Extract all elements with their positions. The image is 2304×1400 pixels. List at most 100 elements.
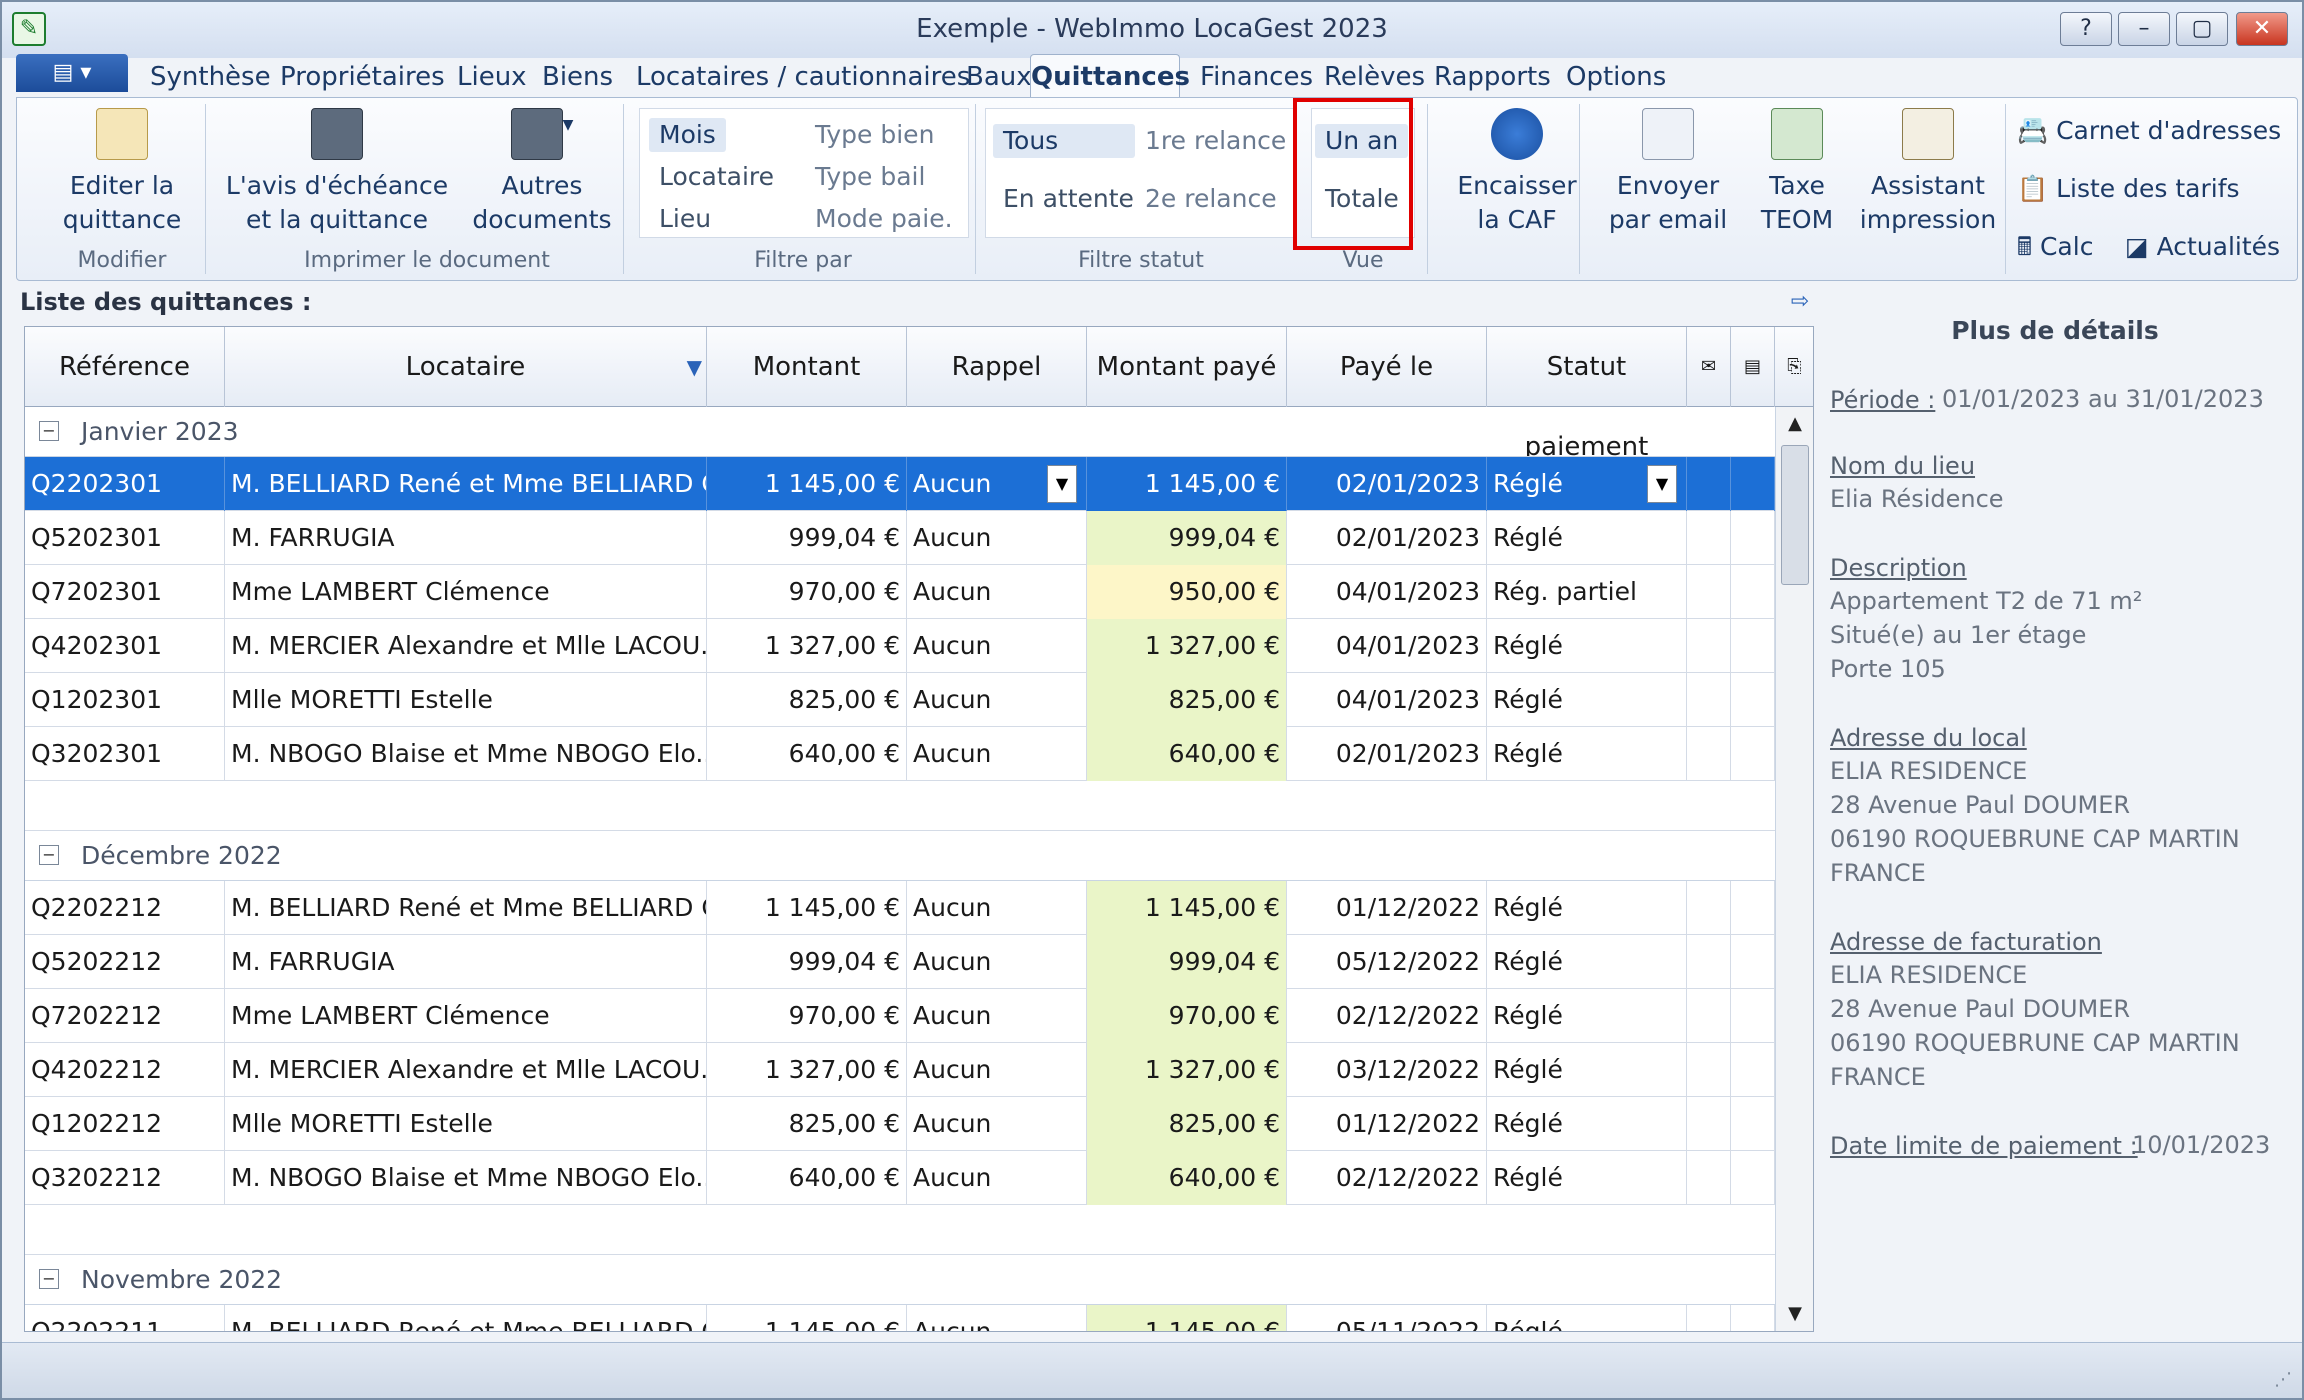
minimize-button[interactable]: – (2118, 12, 2170, 46)
cell-amount[interactable]: 1 327,00 € (707, 1043, 907, 1097)
cell-reminder[interactable]: Aucun (907, 565, 1087, 619)
filter-place[interactable]: Lieu (659, 202, 711, 236)
cell-tenant[interactable]: M. NBOGO Blaise et Mme NBOGO Elo... (225, 1151, 707, 1205)
maximize-button[interactable]: ▢ (2176, 12, 2228, 46)
cell-amount-paid[interactable]: 640,00 € (1087, 727, 1287, 781)
cell-amount[interactable]: 640,00 € (707, 727, 907, 781)
status-reminder-2[interactable]: 2e relance (1145, 182, 1277, 216)
tab-biens[interactable]: Biens (542, 62, 613, 92)
cell-tenant[interactable]: M. BELLIARD René et Mme BELLIARD C... (225, 881, 707, 935)
help-button[interactable]: ? (2060, 12, 2112, 46)
edit-receipt-button[interactable]: Editer la quittance (37, 108, 207, 237)
teom-button[interactable]: Taxe TEOM (1747, 108, 1847, 237)
filter-month[interactable]: Mois (649, 118, 726, 152)
cell-amount-paid[interactable]: 825,00 € (1087, 673, 1287, 727)
cell-tenant[interactable]: M. FARRUGIA (225, 935, 707, 989)
cell-paid-on[interactable]: 02/01/2023 (1287, 511, 1487, 565)
cell-reference[interactable]: Q7202301 (25, 565, 225, 619)
cell-reference[interactable]: Q3202212 (25, 1151, 225, 1205)
cell-amount[interactable]: 970,00 € (707, 989, 907, 1043)
cell-status[interactable]: Réglé (1487, 1151, 1687, 1205)
cell-reminder[interactable]: Aucun (907, 1305, 1087, 1331)
table-row[interactable]: Q7202301 Mme LAMBERT Clémence 970,00 € Aucu… (25, 565, 1775, 619)
table-row[interactable]: Q5202301 M. FARRUGIA 999,04 € Aucun 999,04 €… (25, 511, 1775, 565)
print-assistant-button[interactable]: Assistant impression (1853, 108, 2003, 237)
table-row[interactable]: Q5202212 M. FARRUGIA 999,04 € Aucun 999,04 €… (25, 935, 1775, 989)
cell-amount[interactable]: 825,00 € (707, 673, 907, 727)
cell-amount-paid[interactable]: 970,00 € (1087, 989, 1287, 1043)
tab-baux[interactable]: Baux (966, 62, 1032, 92)
cell-amount[interactable]: 970,00 € (707, 565, 907, 619)
col-payment-status[interactable]: Statut paiement (1487, 327, 1687, 462)
collapse-panel-icon[interactable]: ⇨ (1785, 290, 1815, 314)
cell-amount-paid[interactable]: 1 145,00 € (1087, 457, 1287, 511)
dropdown-arrow-icon[interactable]: ▼ (1047, 465, 1077, 503)
filter-payment-mode[interactable]: Mode paie. (815, 202, 953, 236)
cell-reference[interactable]: Q3202301 (25, 727, 225, 781)
cell-amount-paid[interactable]: 825,00 € (1087, 1097, 1287, 1151)
cell-tenant[interactable]: M. BELLIARD René et Mme BELLIARD C... (225, 457, 707, 511)
table-row[interactable]: Q3202212 M. NBOGO Blaise et Mme NBOGO Elo… (25, 1151, 1775, 1205)
cell-amount-paid[interactable]: 950,00 € (1087, 565, 1287, 619)
cell-amount-paid[interactable]: 1 145,00 € (1087, 1305, 1287, 1331)
group-row[interactable]: − Janvier 2023 (25, 407, 1775, 457)
cell-status[interactable]: Réglé (1487, 935, 1687, 989)
cell-reminder[interactable]: Aucun (907, 881, 1087, 935)
cell-paid-on[interactable]: 02/01/2023 (1287, 727, 1487, 781)
cell-status[interactable]: Réglé (1487, 1305, 1687, 1331)
col-amount[interactable]: Montant (707, 327, 907, 407)
cell-status[interactable]: Réglé (1487, 1043, 1687, 1097)
cell-amount[interactable]: 640,00 € (707, 1151, 907, 1205)
cell-paid-on[interactable]: 05/11/2022 (1287, 1305, 1487, 1331)
cell-amount[interactable]: 1 145,00 € (707, 457, 907, 511)
cell-reminder[interactable]: Aucun (907, 935, 1087, 989)
cell-amount-paid[interactable]: 1 145,00 € (1087, 881, 1287, 935)
cell-reminder[interactable]: Aucun (907, 1097, 1087, 1151)
cell-amount-paid[interactable]: 1 327,00 € (1087, 619, 1287, 673)
scroll-up-icon[interactable]: ▲ (1780, 409, 1810, 439)
collapse-toggle-icon[interactable]: − (39, 1269, 59, 1289)
cell-reference[interactable]: Q7202212 (25, 989, 225, 1043)
cell-reference[interactable]: Q5202301 (25, 511, 225, 565)
group-row[interactable]: − Décembre 2022 (25, 831, 1775, 881)
cell-paid-on[interactable]: 02/12/2022 (1287, 1151, 1487, 1205)
cell-status[interactable]: Réglé (1487, 673, 1687, 727)
status-reminder-1[interactable]: 1re relance (1145, 124, 1286, 158)
table-row[interactable]: Q7202212 Mme LAMBERT Clémence 970,00 € Aucu… (25, 989, 1775, 1043)
cell-tenant[interactable]: Mlle MORETTI Estelle (225, 1097, 707, 1151)
tab-locataires[interactable]: Locataires / cautionnaires (636, 62, 970, 92)
cell-status[interactable]: Réglé (1487, 511, 1687, 565)
cell-reminder[interactable]: Aucun (907, 1151, 1087, 1205)
collapse-toggle-icon[interactable]: − (39, 845, 59, 865)
other-documents-button[interactable]: ▼ Autres documents (457, 108, 627, 237)
cell-reference[interactable]: Q1202212 (25, 1097, 225, 1151)
cell-amount[interactable]: 999,04 € (707, 935, 907, 989)
cell-reminder[interactable]: Aucun (907, 673, 1087, 727)
table-row[interactable]: Q1202301 Mlle MORETTI Estelle 825,00 € Aucu… (25, 673, 1775, 727)
cell-amount-paid[interactable]: 999,04 € (1087, 511, 1287, 565)
cell-paid-on[interactable]: 04/01/2023 (1287, 619, 1487, 673)
status-pending[interactable]: En attente (1003, 182, 1134, 216)
scroll-thumb[interactable] (1781, 445, 1809, 585)
col-clip-icon[interactable]: ⎘ (1775, 327, 1813, 407)
cell-paid-on[interactable]: 03/12/2022 (1287, 1043, 1487, 1097)
cell-amount-paid[interactable]: 640,00 € (1087, 1151, 1287, 1205)
tab-releves[interactable]: Relèves (1324, 62, 1425, 92)
cell-reminder[interactable]: Aucun (907, 619, 1087, 673)
cell-status[interactable]: Réglé (1487, 989, 1687, 1043)
resize-grip-icon[interactable]: ⋰ (2274, 1369, 2292, 1390)
tab-rapports[interactable]: Rapports (1434, 62, 1551, 92)
print-notice-button[interactable]: L'avis d'échéance et la quittance (217, 108, 457, 237)
col-reminder[interactable]: Rappel (907, 327, 1087, 407)
cell-tenant[interactable]: M. MERCIER Alexandre et Mlle LACOU... (225, 1043, 707, 1097)
cell-reference[interactable]: Q1202301 (25, 673, 225, 727)
send-email-button[interactable]: Envoyer par email (1593, 108, 1743, 237)
table-row[interactable]: Q2202211 M. BELLIARD René et Mme BELLIARD… (25, 1305, 1775, 1331)
calc-button[interactable]: 🖩 Calc (2017, 230, 2093, 264)
close-button[interactable]: ✕ (2236, 12, 2288, 46)
cell-amount[interactable]: 825,00 € (707, 1097, 907, 1151)
table-row[interactable]: Q4202212 M. MERCIER Alexandre et Mlle LAC… (25, 1043, 1775, 1097)
col-reference[interactable]: Référence (25, 327, 225, 407)
cell-reference[interactable]: Q2202212 (25, 881, 225, 935)
cell-tenant[interactable]: M. NBOGO Blaise et Mme NBOGO Elo... (225, 727, 707, 781)
